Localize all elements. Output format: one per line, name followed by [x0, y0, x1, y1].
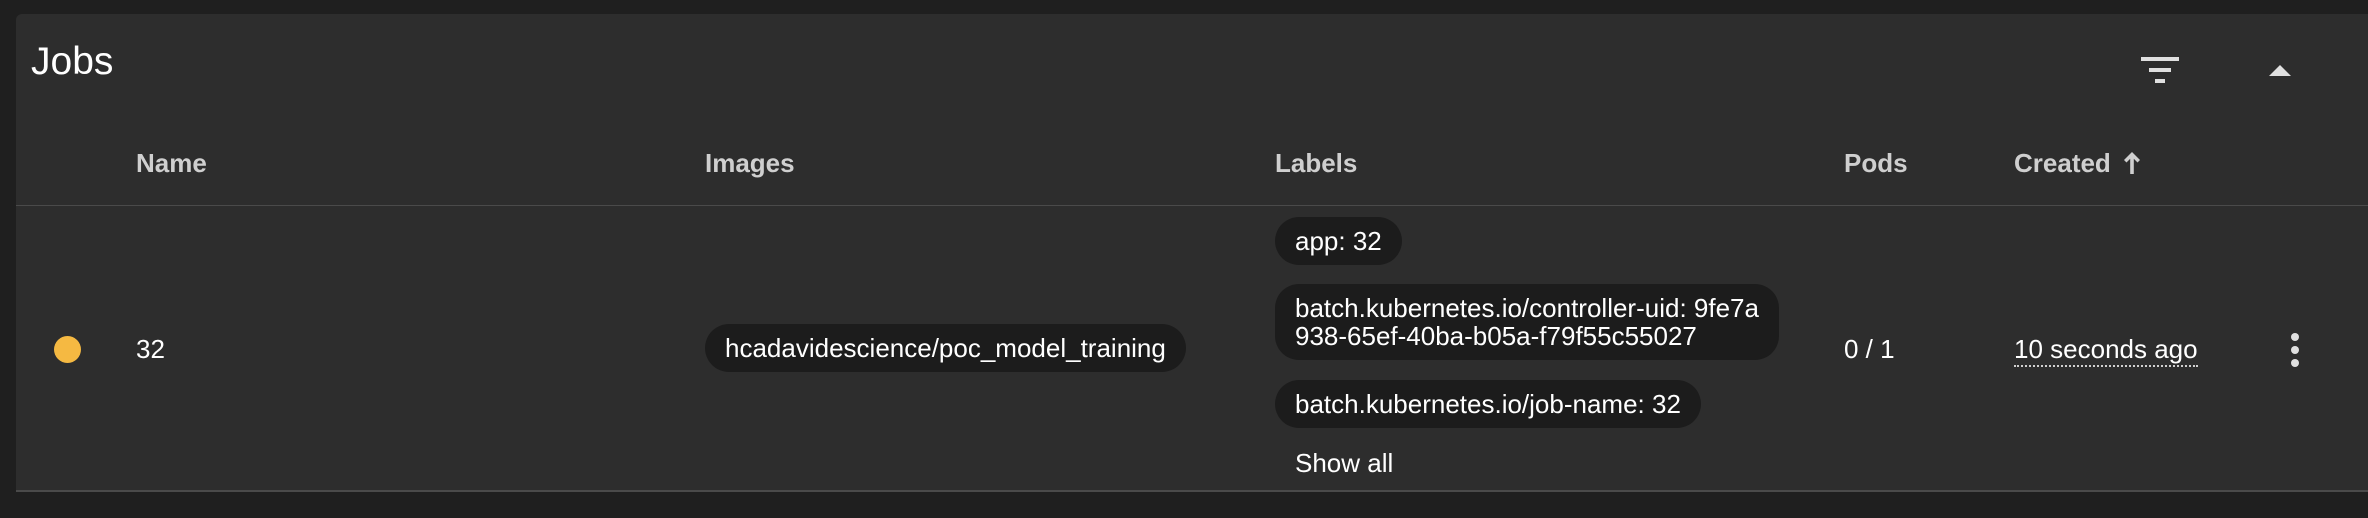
- panel-title: Jobs: [31, 40, 114, 83]
- show-all-labels-link[interactable]: Show all: [1295, 450, 1393, 476]
- column-header-name[interactable]: Name: [136, 150, 207, 176]
- filter-list-icon: [2141, 57, 2179, 83]
- column-header-images[interactable]: Images: [705, 150, 795, 176]
- job-name-link[interactable]: 32: [136, 336, 165, 362]
- collapse-button[interactable]: [2250, 40, 2310, 100]
- label-chip-controller-uid: batch.kubernetes.io/controller-uid: 9fe7…: [1275, 284, 1779, 360]
- filter-button[interactable]: [2130, 40, 2190, 100]
- label-chip-controller-uid-line-2: 938-65ef-40ba-b05a-f79f55c55027: [1295, 321, 1697, 351]
- label-chip-controller-uid-line-1: batch.kubernetes.io/controller-uid: 9fe7…: [1295, 293, 1759, 323]
- header-divider: [16, 205, 2368, 206]
- image-chip: hcadavidescience/poc_model_training: [705, 324, 1186, 372]
- column-header-labels[interactable]: Labels: [1275, 150, 1357, 176]
- arrow-up-icon: [2123, 152, 2140, 174]
- more-vert-icon: [2291, 333, 2299, 367]
- status-indicator-pending: [54, 336, 81, 363]
- column-header-pods[interactable]: Pods: [1844, 150, 1908, 176]
- jobs-card: [16, 14, 2368, 492]
- row-divider: [16, 490, 2368, 492]
- arrow-drop-up-icon: [2269, 65, 2291, 76]
- created-timestamp: 10 seconds ago: [2014, 334, 2198, 367]
- label-chip-app: app: 32: [1275, 217, 1402, 265]
- label-chip-job-name: batch.kubernetes.io/job-name: 32: [1275, 380, 1701, 428]
- column-header-created-label: Created: [2014, 148, 2111, 178]
- pods-count: 0 / 1: [1844, 334, 1895, 364]
- column-header-created[interactable]: Created: [2014, 150, 2141, 176]
- row-actions-button[interactable]: [2265, 320, 2325, 380]
- created-timestamp-text: 10 seconds ago: [2014, 334, 2198, 367]
